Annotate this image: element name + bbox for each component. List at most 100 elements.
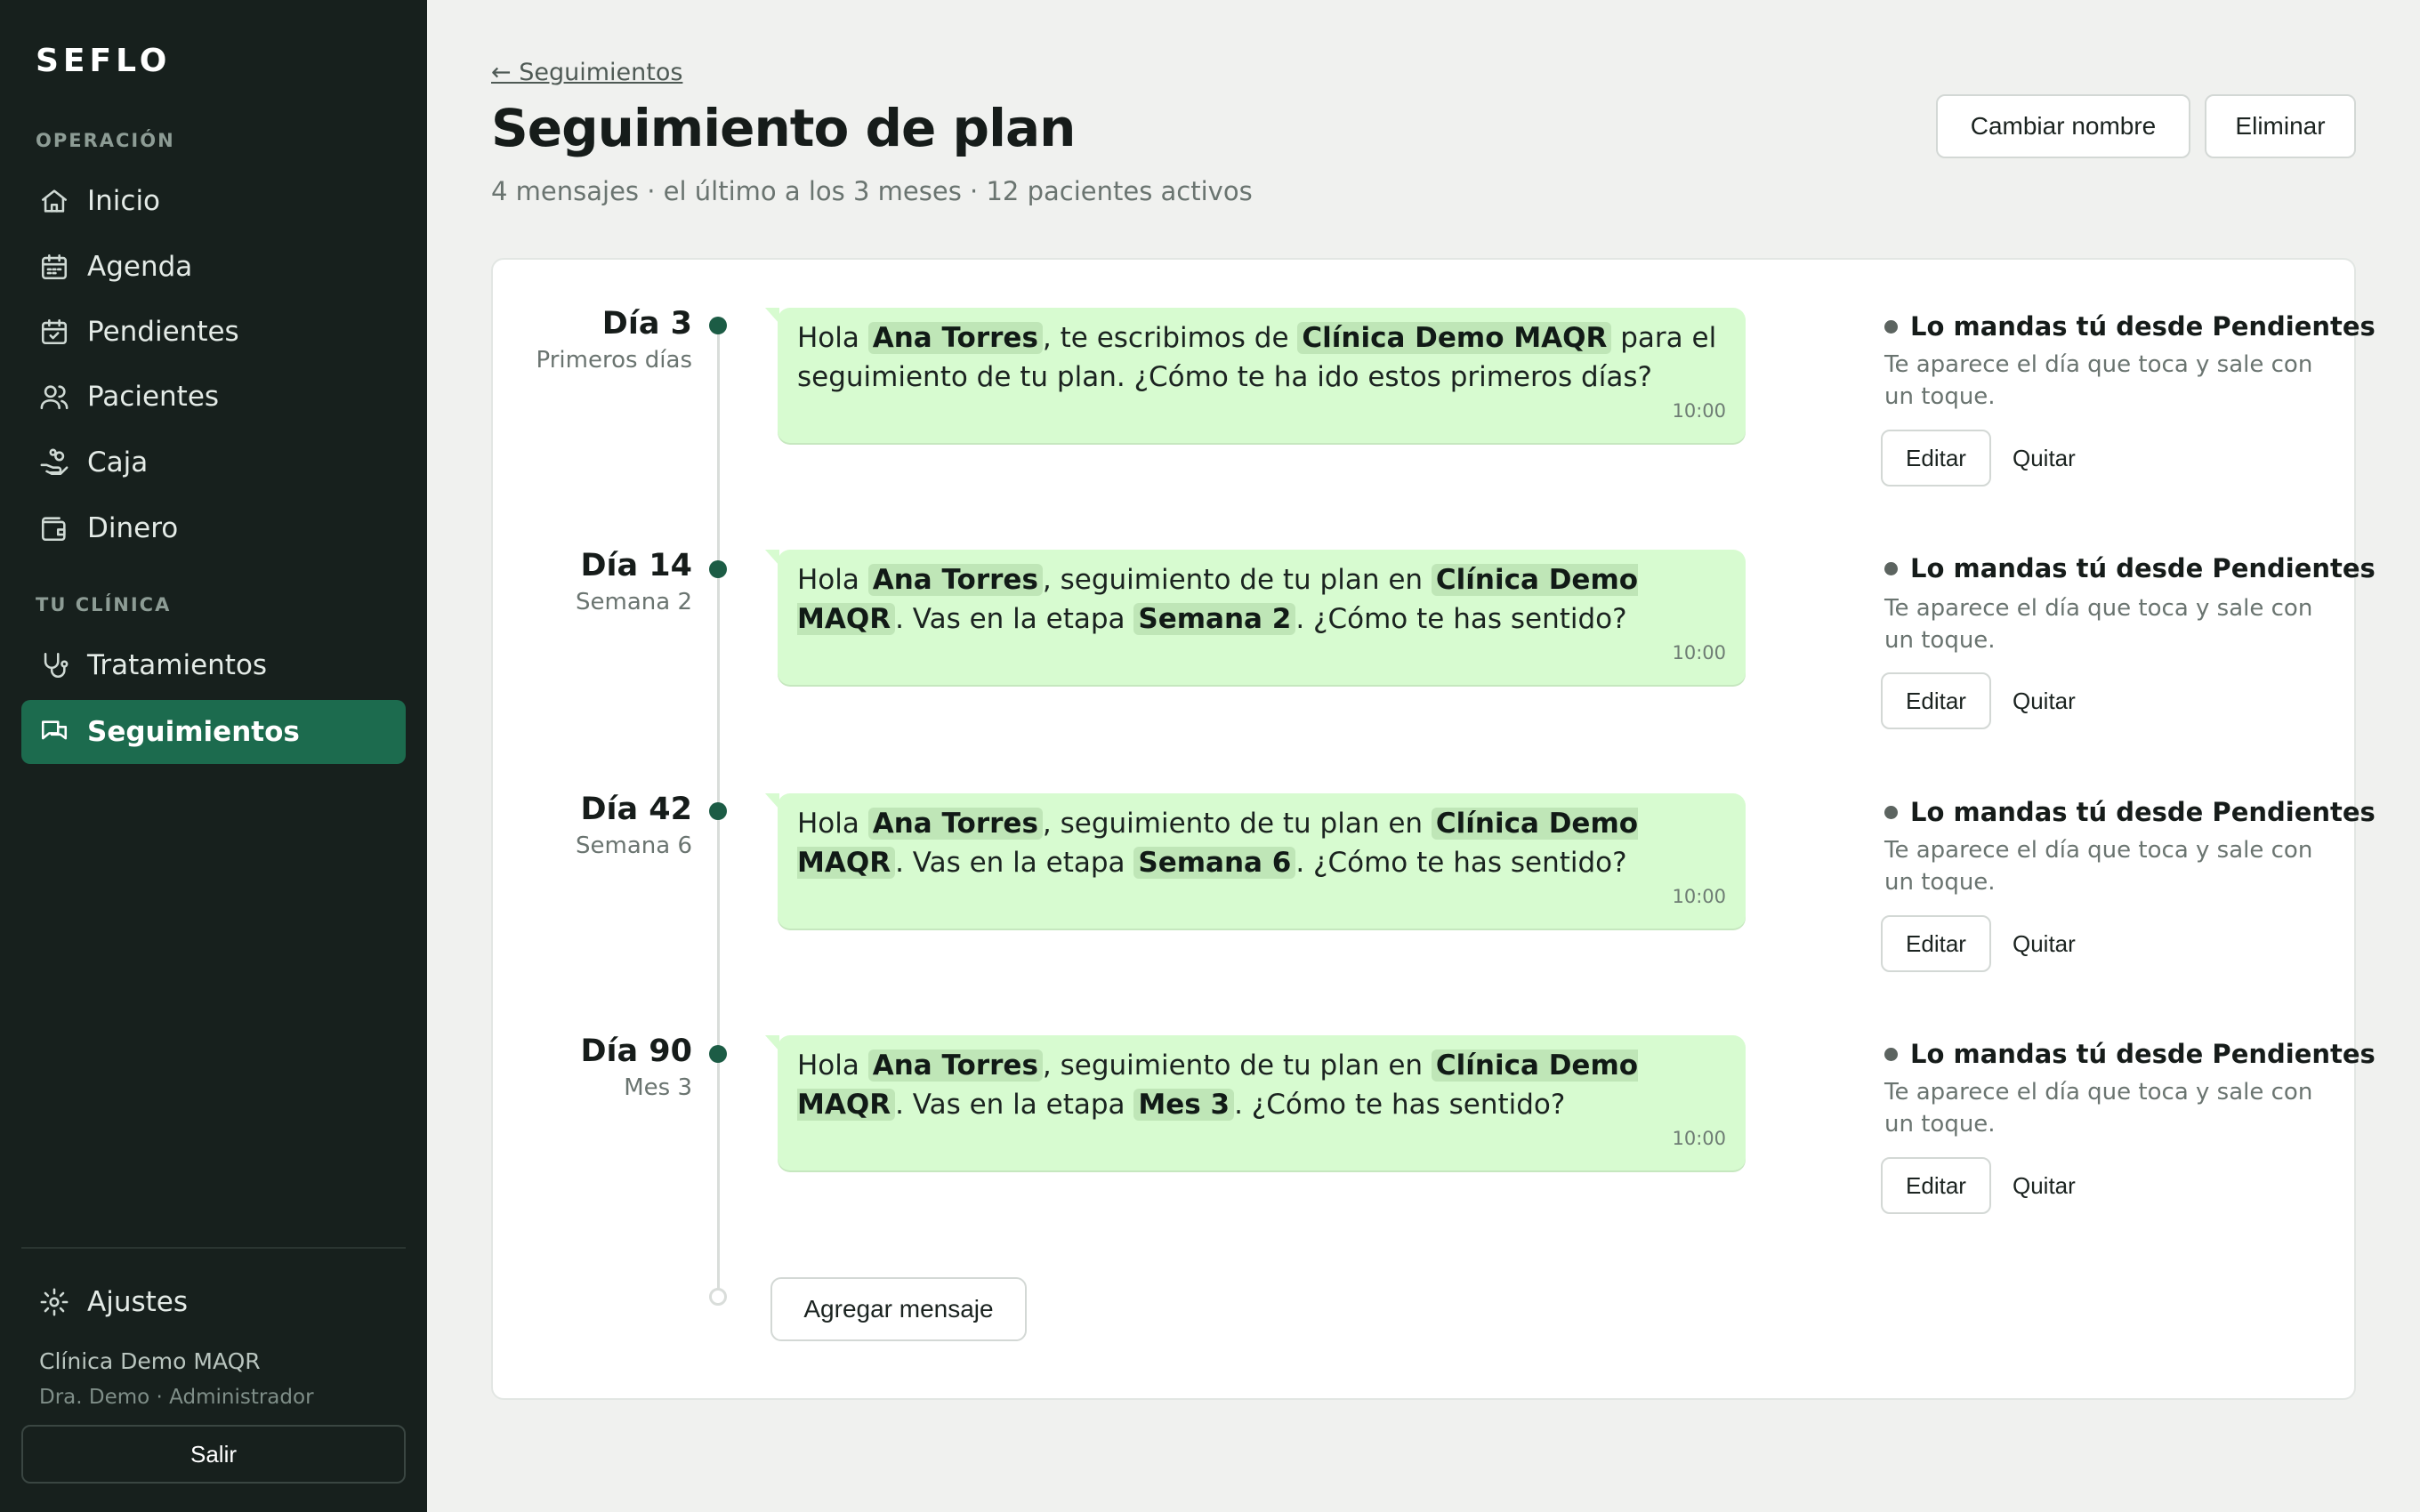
- sidebar-item-tratamientos[interactable]: Tratamientos: [21, 633, 406, 697]
- sidebar: SEFLO OPERACIÓN Inicio Agenda Pendientes…: [0, 0, 427, 1512]
- day-label: Día 14: [580, 548, 692, 583]
- message-bubble: Hola Ana Torres, te escribimos de Clínic…: [778, 308, 1746, 443]
- add-message-button[interactable]: Agregar mensaje: [770, 1277, 1027, 1341]
- sidebar-item-label: Pacientes: [87, 381, 220, 413]
- send-mode-description: Te aparece el día que toca y sale con un…: [1884, 837, 2313, 896]
- edit-message-button[interactable]: Editar: [1881, 430, 1991, 487]
- patient-name-tag: Ana Torres: [867, 322, 1043, 354]
- sidebar-item-caja[interactable]: Caja: [21, 430, 406, 495]
- sidebar-item-label: Seguimientos: [87, 716, 300, 748]
- page-subtitle: 4 mensajes · el último a los 3 meses · 1…: [491, 176, 1253, 206]
- patient-name-tag: Ana Torres: [867, 1050, 1043, 1082]
- edit-message-button[interactable]: Editar: [1881, 1157, 1991, 1214]
- stage-label: Primeros días: [536, 347, 693, 374]
- back-link[interactable]: ← Seguimientos: [491, 59, 682, 86]
- remove-message-button[interactable]: Quitar: [2013, 1157, 2076, 1214]
- users-icon: [39, 382, 69, 412]
- sidebar-divider: [21, 1247, 406, 1249]
- stage-tag: Semana 2: [1133, 603, 1296, 635]
- sidebar-item-pacientes[interactable]: Pacientes: [21, 365, 406, 429]
- sidebar-item-label: Ajustes: [87, 1286, 188, 1318]
- sidebar-item-label: Inicio: [87, 185, 161, 217]
- stage-label: Mes 3: [624, 1074, 692, 1101]
- edit-message-button[interactable]: Editar: [1881, 915, 1991, 972]
- timeline-dot: [709, 1045, 727, 1063]
- message-text: . Vas en la etapa: [895, 603, 1134, 635]
- send-mode-description: Te aparece el día que toca y sale con un…: [1884, 595, 2313, 654]
- day-label: Día 3: [601, 306, 692, 342]
- gear-icon: [39, 1287, 69, 1317]
- sidebar-item-agenda[interactable]: Agenda: [21, 235, 406, 299]
- patient-name-tag: Ana Torres: [867, 564, 1043, 596]
- status-dot-icon: [1884, 1047, 1898, 1061]
- calendar-icon: [39, 252, 69, 282]
- logout-button[interactable]: Salir: [21, 1425, 406, 1484]
- sidebar-item-label: Caja: [87, 446, 149, 479]
- sidebar-item-seguimientos[interactable]: Seguimientos: [21, 700, 406, 764]
- message-text: . ¿Cómo te has sentido?: [1295, 847, 1627, 879]
- clinic-name-tag: Clínica Demo MAQR: [1297, 322, 1612, 354]
- timeline-dot: [709, 560, 727, 578]
- send-mode-label: Lo mandas tú desde Pendientes: [1910, 1039, 2376, 1069]
- send-mode-title: Lo mandas tú desde Pendientes: [1884, 797, 2376, 827]
- message-time: 10:00: [1672, 886, 1726, 907]
- sidebar-item-label: Tratamientos: [87, 649, 268, 681]
- home-icon: [39, 186, 69, 216]
- message-text: . Vas en la etapa: [895, 1089, 1134, 1121]
- send-mode-label: Lo mandas tú desde Pendientes: [1910, 797, 2376, 827]
- section-label-operacion: OPERACIÓN: [36, 130, 175, 151]
- send-mode-label: Lo mandas tú desde Pendientes: [1910, 311, 2376, 342]
- status-dot-icon: [1884, 805, 1898, 819]
- sidebar-item-label: Pendientes: [87, 316, 239, 348]
- stage-tag: Mes 3: [1133, 1089, 1235, 1121]
- timeline-dot: [709, 317, 727, 334]
- calendar-check-icon: [39, 317, 69, 347]
- message-bubble: Hola Ana Torres, seguimiento de tu plan …: [778, 550, 1746, 685]
- send-mode-title: Lo mandas tú desde Pendientes: [1884, 311, 2376, 342]
- section-label-tu-clinica: TU CLÍNICA: [36, 594, 172, 615]
- sidebar-item-dinero[interactable]: Dinero: [21, 496, 406, 560]
- delete-button[interactable]: Eliminar: [2205, 94, 2356, 158]
- wallet-icon: [39, 513, 69, 543]
- message-text: . ¿Cómo te has sentido?: [1234, 1089, 1566, 1121]
- message-text: Hola: [797, 322, 868, 354]
- sidebar-item-label: Dinero: [87, 512, 179, 544]
- message-text: , seguimiento de tu plan en: [1042, 1050, 1432, 1082]
- status-dot-icon: [1884, 319, 1898, 334]
- stethoscope-icon: [39, 650, 69, 680]
- remove-message-button[interactable]: Quitar: [2013, 430, 2076, 487]
- timeline-end-marker: [709, 1288, 727, 1306]
- sidebar-item-inicio[interactable]: Inicio: [21, 169, 406, 233]
- edit-message-button[interactable]: Editar: [1881, 672, 1991, 729]
- sidebar-item-label: Agenda: [87, 251, 193, 283]
- message-text: Hola: [797, 1050, 868, 1082]
- user-role: Dra. Demo · Administrador: [39, 1386, 314, 1409]
- message-text: , te escribimos de: [1042, 322, 1298, 354]
- message-text: . ¿Cómo te has sentido?: [1295, 603, 1627, 635]
- message-text: , seguimiento de tu plan en: [1042, 808, 1432, 840]
- rename-button[interactable]: Cambiar nombre: [1936, 94, 2190, 158]
- message-time: 10:00: [1672, 642, 1726, 664]
- stage-tag: Semana 6: [1133, 847, 1296, 879]
- patient-name-tag: Ana Torres: [867, 808, 1043, 840]
- page-title: Seguimiento de plan: [491, 98, 1076, 158]
- send-mode-title: Lo mandas tú desde Pendientes: [1884, 1039, 2376, 1069]
- messages-icon: [39, 717, 69, 747]
- send-mode-description: Te aparece el día que toca y sale con un…: [1884, 1079, 2313, 1138]
- brand-logo: SEFLO: [36, 43, 172, 79]
- message-bubble: Hola Ana Torres, seguimiento de tu plan …: [778, 793, 1746, 929]
- clinic-name: Clínica Demo MAQR: [39, 1348, 261, 1374]
- timeline-dot: [709, 802, 727, 820]
- message-bubble: Hola Ana Torres, seguimiento de tu plan …: [778, 1035, 1746, 1170]
- sidebar-item-ajustes[interactable]: Ajustes: [21, 1270, 406, 1334]
- remove-message-button[interactable]: Quitar: [2013, 915, 2076, 972]
- message-text: Hola: [797, 564, 868, 596]
- status-dot-icon: [1884, 561, 1898, 575]
- message-text: . Vas en la etapa: [895, 847, 1134, 879]
- stage-label: Semana 2: [576, 589, 692, 615]
- stage-label: Semana 6: [576, 832, 692, 859]
- sidebar-item-pendientes[interactable]: Pendientes: [21, 300, 406, 364]
- message-text: Hola: [797, 808, 868, 840]
- message-time: 10:00: [1672, 1128, 1726, 1149]
- remove-message-button[interactable]: Quitar: [2013, 672, 2076, 729]
